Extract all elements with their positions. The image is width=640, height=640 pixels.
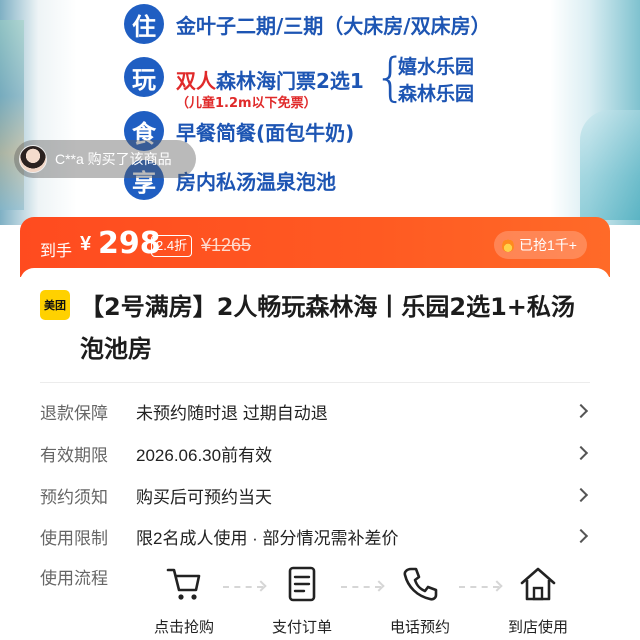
detail-row-restriction[interactable]: 使用限制 限2名成人使用 · 部分情况需补差价 — [40, 521, 590, 551]
stay-row: 住 金叶子二期/三期（大床房/双床房） — [124, 4, 491, 44]
play-text-blue: 森林海门票2选1 — [216, 69, 364, 93]
step-pay: 支付订单 — [262, 564, 342, 637]
detail-value: 未预约随时退 过期自动退 — [136, 403, 328, 423]
park-option-1: 嬉水乐园 — [398, 56, 475, 78]
price-label: 到手 — [40, 243, 73, 260]
play-badge: 玩 — [124, 57, 164, 97]
stay-badge: 住 — [124, 4, 164, 44]
play-text: 双人森林海门票2选1 — [176, 65, 364, 94]
discount-badge: 2.4折 — [151, 235, 193, 257]
hero-left-photo — [0, 20, 24, 210]
meituan-logo: 美团 — [40, 290, 70, 320]
step-label: 支付订单 — [271, 619, 332, 636]
chevron-right-icon — [573, 528, 589, 544]
detail-label: 退款保障 — [40, 403, 108, 423]
detail-row-booking[interactable]: 预约须知 购买后可预约当天 — [40, 480, 590, 510]
detail-row-validity[interactable]: 有效期限 2026.06.30前有效 — [40, 438, 590, 468]
step-call: 电话预约 — [380, 564, 460, 637]
chevron-right-icon — [573, 487, 589, 503]
fire-icon — [502, 238, 514, 252]
purchase-toast: C**a 购买了该商品 — [14, 140, 196, 178]
play-note: （儿童1.2m以下免票） — [176, 96, 317, 111]
detail-value: 限2名成人使用 · 部分情况需补差价 — [136, 528, 399, 548]
step-label: 电话预约 — [389, 619, 450, 636]
divider — [40, 382, 590, 383]
enjoy-text: 房内私汤温泉泡池 — [176, 169, 336, 194]
detail-label: 使用限制 — [40, 528, 108, 548]
hero-right-photo — [580, 110, 640, 220]
step-purchase: 点击抢购 — [144, 564, 224, 637]
home-icon — [520, 567, 556, 601]
step-label: 到店使用 — [507, 619, 568, 636]
step-use: 到店使用 — [498, 564, 578, 637]
food-text: 早餐简餐(面包牛奶) — [176, 120, 355, 145]
play-text-red: 双人 — [176, 69, 216, 93]
flow-arrow — [459, 586, 499, 588]
flow-label: 使用流程 — [40, 569, 108, 588]
toast-text: C**a 购买了该商品 — [55, 151, 172, 167]
price-currency: ¥ — [80, 233, 92, 255]
park-option-2: 森林乐园 — [398, 83, 475, 105]
cart-icon — [166, 568, 201, 600]
chevron-right-icon — [573, 403, 589, 419]
detail-label: 预约须知 — [40, 487, 108, 507]
sold-count-badge: 已抢1千+ — [494, 231, 587, 259]
order-icon — [288, 566, 316, 602]
product-card: 美团 【2号满房】2人畅玩森林海丨乐园2选1+私汤泡池房 退款保障 未预约随时退… — [20, 268, 610, 640]
detail-value: 2026.06.30前有效 — [136, 445, 273, 465]
original-price: ¥1265 — [201, 235, 252, 255]
hero-banner: 住 金叶子二期/三期（大床房/双床房） 玩 双人森林海门票2选1 （儿童1.2m… — [0, 0, 640, 225]
step-label: 点击抢购 — [153, 619, 214, 636]
flow-arrow — [223, 586, 263, 588]
buyer-avatar — [19, 145, 47, 173]
detail-value: 购买后可预约当天 — [136, 487, 272, 507]
flow-arrow — [341, 586, 381, 588]
detail-row-refund[interactable]: 退款保障 未预约随时退 过期自动退 — [40, 396, 590, 426]
chevron-right-icon — [573, 445, 589, 461]
detail-label: 有效期限 — [40, 445, 108, 465]
product-title: 【2号满房】2人畅玩森林海丨乐园2选1+私汤泡池房 — [80, 293, 575, 363]
play-row: 玩 — [124, 57, 164, 97]
phone-icon — [403, 567, 438, 601]
sold-count-text: 已抢1千+ — [519, 237, 577, 253]
stay-text: 金叶子二期/三期（大床房/双床房） — [176, 13, 491, 38]
